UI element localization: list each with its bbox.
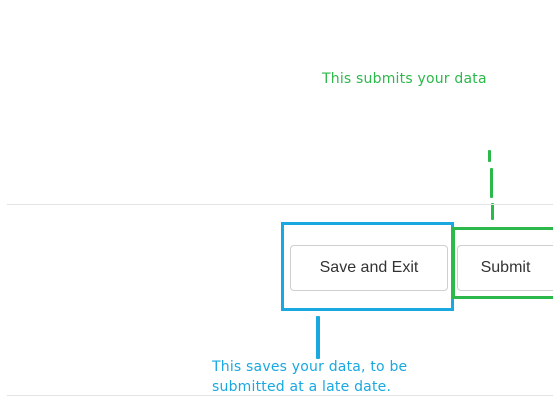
form-divider-top xyxy=(7,204,553,205)
save-and-exit-button[interactable]: Save and Exit xyxy=(290,245,448,291)
form-divider-bottom xyxy=(7,395,553,396)
save-annotation-pointer xyxy=(316,316,320,359)
submit-annotation-text: This submits your data xyxy=(322,71,487,87)
submit-annotation-pointer-segment xyxy=(490,168,493,198)
submit-annotation-pointer-segment xyxy=(491,203,494,220)
save-annotation-text: This saves your data, to be submitted at… xyxy=(212,359,408,395)
submit-annotation-pointer-segment xyxy=(488,150,491,162)
submit-button[interactable]: Submit xyxy=(457,245,553,291)
